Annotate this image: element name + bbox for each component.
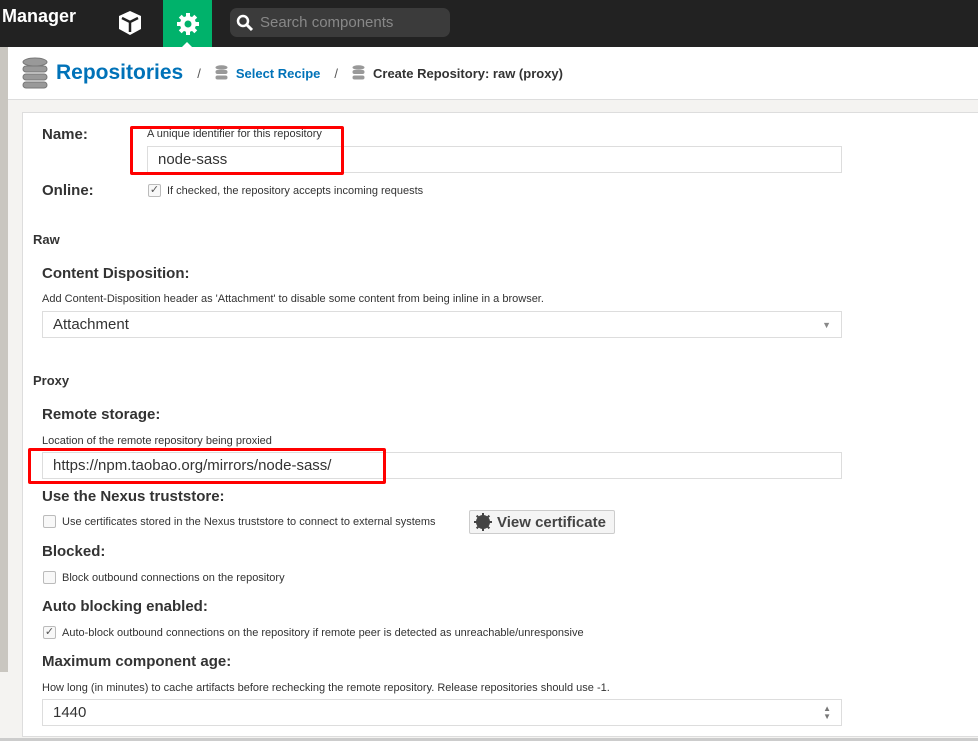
maxage-input[interactable]: 1440 ▲ ▼ [42,699,842,726]
maxage-value: 1440 [53,704,87,721]
view-certificate-button[interactable]: View certificate [469,510,615,534]
maxage-help: How long (in minutes) to cache artifacts… [42,682,610,694]
disposition-help: Add Content-Disposition header as 'Attac… [42,293,544,305]
truststore-label: Use the Nexus truststore: [42,488,225,505]
remote-label: Remote storage: [42,406,161,423]
gear-icon [176,12,199,35]
brand-title: Manager [2,6,77,26]
disposition-value: Attachment [53,316,129,333]
blocked-help: Block outbound connections on the reposi… [62,571,285,584]
section-proxy: Proxy [33,373,70,388]
search-input[interactable] [260,14,440,31]
truststore-help: Use certificates stored in the Nexus tru… [62,515,436,528]
online-help: If checked, the repository accepts incom… [167,184,424,197]
left-scrollbar[interactable] [0,47,8,672]
autoblock-help: Auto-block outbound connections on the r… [62,626,584,639]
database-icon [215,65,228,80]
blocked-checkbox[interactable] [43,571,56,584]
form-panel [22,112,978,737]
spinner-icon[interactable]: ▲ ▼ [823,704,831,721]
search-box[interactable] [230,8,450,37]
autoblock-label: Auto blocking enabled: [42,598,208,615]
maxage-label: Maximum component age: [42,653,232,670]
online-label: Online: [42,182,94,199]
autoblock-checkbox[interactable]: ✓ [43,626,56,639]
section-raw: Raw [33,232,60,247]
name-label: Name: [42,126,88,143]
database-icon [352,65,365,80]
cube-icon [119,11,141,35]
disposition-label: Content Disposition: [42,265,190,282]
breadcrumb-current: Create Repository: raw (proxy) [373,65,563,81]
view-certificate-label: View certificate [497,513,606,531]
search-icon [236,14,254,31]
remote-help: Location of the remote repository being … [42,435,272,447]
breadcrumb-select-recipe[interactable]: Select Recipe [236,66,321,81]
browse-button[interactable] [112,6,148,40]
admin-button[interactable] [163,0,212,47]
disposition-select[interactable]: Attachment ▼ [42,311,842,338]
database-icon [22,57,48,89]
blocked-label: Blocked: [42,543,106,560]
highlight-box [130,126,344,175]
highlight-box [28,448,386,484]
online-checkbox[interactable]: ✓ [148,184,161,197]
truststore-checkbox[interactable] [43,515,56,528]
chevron-down-icon: ▼ [822,319,831,330]
breadcrumb: Repositories / Select Recipe / Create Re… [8,47,978,100]
certificate-icon [474,513,492,531]
breadcrumb-repositories[interactable]: Repositories [56,61,183,85]
